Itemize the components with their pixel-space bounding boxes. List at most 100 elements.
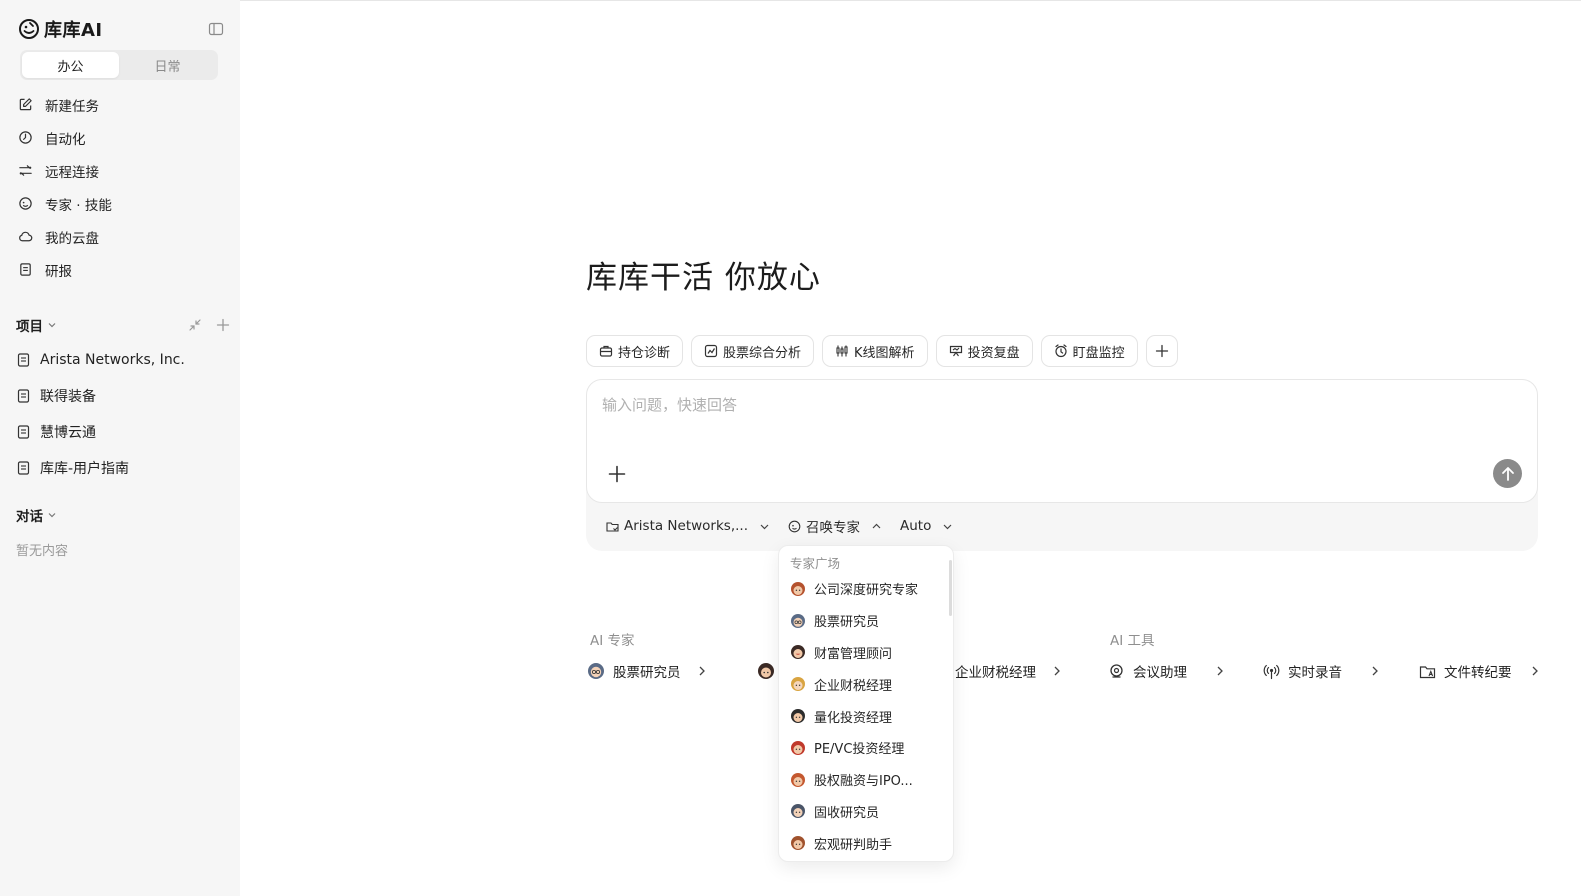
- composer-container: Arista Networks,... 召唤专家 Auto: [586, 379, 1538, 551]
- alarm-icon: [1054, 344, 1067, 358]
- avatar-icon: [791, 804, 805, 819]
- tool-card-live-recording[interactable]: 实时录音: [1263, 660, 1380, 682]
- composer: [586, 379, 1538, 503]
- edit-icon: [19, 98, 32, 111]
- dropdown-item-label: 固收研究员: [814, 805, 880, 821]
- project-selector[interactable]: Arista Networks,...: [606, 518, 770, 534]
- avatar-icon: [791, 581, 805, 596]
- page-title: 库库干活 你放心: [586, 260, 821, 296]
- remote-icon: [19, 165, 32, 176]
- conversations-empty: 暂无内容: [16, 544, 69, 559]
- project-item[interactable]: 慧博云通: [8, 414, 232, 450]
- project-label: Arista Networks, Inc.: [40, 352, 185, 368]
- dropdown-item[interactable]: 财富管理顾问: [790, 637, 945, 669]
- conversations-header[interactable]: 对话: [16, 504, 230, 526]
- question-input[interactable]: [602, 393, 1462, 417]
- project-item[interactable]: Arista Networks, Inc.: [8, 342, 232, 378]
- add-chip-button[interactable]: [1145, 335, 1178, 367]
- dropdown-item[interactable]: PE/VC投资经理: [790, 732, 945, 764]
- nav-label: 专家 · 技能: [45, 197, 112, 214]
- expert-icon: [19, 197, 32, 210]
- chip-stock-analysis[interactable]: 股票综合分析: [691, 335, 815, 367]
- chevron-right-icon: [1532, 666, 1538, 676]
- chevron-right-icon: [1217, 666, 1223, 676]
- nav-cloud[interactable]: 我的云盘: [8, 220, 232, 253]
- tab-office[interactable]: 办公: [22, 52, 119, 78]
- tool-label: 文件转纪要: [1444, 665, 1512, 681]
- sidebar-toggle-icon[interactable]: [208, 21, 224, 37]
- projects-header[interactable]: 项目: [16, 314, 230, 336]
- chip-label: 盯盘监控: [1072, 345, 1125, 361]
- dropdown-scrollbar[interactable]: [949, 560, 952, 616]
- expert-icon: [788, 520, 801, 532]
- brand-name: 库库AI: [44, 20, 103, 41]
- expert-label: 企业财税经理: [955, 665, 1036, 681]
- nav-label: 远程连接: [45, 164, 99, 181]
- chip-market-monitor[interactable]: 盯盘监控: [1040, 335, 1138, 367]
- chip-label: 持仓诊断: [618, 345, 671, 361]
- tool-card-file-to-minutes[interactable]: 文件转纪要: [1419, 660, 1540, 682]
- dropdown-item[interactable]: 股权融资与IPO...: [790, 764, 945, 796]
- chevron-down-icon: [760, 524, 769, 529]
- dropdown-item-label: 股票研究员: [814, 615, 880, 631]
- chevron-right-icon: [1054, 666, 1060, 676]
- send-button[interactable]: [1493, 459, 1522, 488]
- project-label: 联得装备: [40, 389, 96, 405]
- brand: 库库AI: [18, 16, 103, 42]
- dropdown-item[interactable]: 企业财税经理: [790, 668, 945, 700]
- chip-investment-review[interactable]: 投资复盘: [935, 335, 1033, 367]
- expert-card-stock-researcher[interactable]: 股票研究员: [587, 660, 707, 682]
- document-icon: [17, 389, 30, 403]
- expert-card-tax-manager[interactable]: 企业财税经理: [955, 660, 1062, 682]
- nav-new-task[interactable]: 新建任务: [8, 88, 232, 121]
- add-project-icon[interactable]: [216, 318, 230, 332]
- tab-daily[interactable]: 日常: [119, 52, 216, 78]
- model-selector[interactable]: Auto: [900, 518, 953, 534]
- quick-actions: 持仓诊断 股票综合分析 K线图解析 投资复盘 盯盘监控: [586, 335, 1178, 367]
- avatar-icon: [791, 740, 805, 755]
- composer-toolbar: Arista Networks,... 召唤专家 Auto: [606, 515, 971, 537]
- dropdown-item[interactable]: 公司深度研究专家: [790, 573, 945, 605]
- summon-expert-label: 召唤专家: [806, 520, 860, 536]
- dropdown-item-label: 股权融资与IPO...: [814, 774, 913, 790]
- attach-plus-icon[interactable]: [607, 464, 627, 484]
- review-icon: [949, 345, 962, 357]
- nav-reports[interactable]: 研报: [8, 253, 232, 286]
- projects-list: Arista Networks, Inc. 联得装备 慧博云通 库库-用户指南: [8, 342, 232, 486]
- projects-title: 项目: [16, 319, 43, 335]
- tool-card-meeting-assistant[interactable]: 会议助理: [1108, 660, 1225, 682]
- chip-label: 股票综合分析: [723, 345, 802, 361]
- collapse-arrows-icon[interactable]: [188, 318, 202, 332]
- conversations-title: 对话: [16, 509, 43, 525]
- chip-kline-analysis[interactable]: K线图解析: [822, 335, 928, 367]
- nav-remote[interactable]: 远程连接: [8, 154, 232, 187]
- tool-label: 会议助理: [1133, 665, 1187, 681]
- dropdown-item[interactable]: 固收研究员: [790, 796, 945, 828]
- nav-automation[interactable]: 自动化: [8, 121, 232, 154]
- project-item[interactable]: 联得装备: [8, 378, 232, 414]
- chip-portfolio-diagnosis[interactable]: 持仓诊断: [586, 335, 684, 367]
- ai-experts-title: AI 专家: [590, 633, 635, 649]
- project-item[interactable]: 库库-用户指南: [8, 450, 232, 486]
- summon-expert-button[interactable]: 召唤专家: [788, 516, 882, 536]
- avatar-icon: [791, 709, 805, 724]
- chevron-down-icon: [943, 524, 952, 529]
- dropdown-item[interactable]: 股票研究员: [790, 605, 945, 637]
- chevron-right-icon: [1372, 666, 1378, 676]
- nav-label: 自动化: [45, 131, 86, 148]
- dropdown-item-label: 量化投资经理: [814, 710, 893, 726]
- avatar-icon: [791, 645, 805, 660]
- dropdown-item[interactable]: 量化投资经理: [790, 700, 945, 732]
- avatar-icon: [588, 663, 604, 679]
- ai-tools-title: AI 工具: [1110, 633, 1155, 649]
- chip-label: K线图解析: [854, 345, 915, 361]
- dropdown-item[interactable]: 宏观研判助手: [790, 827, 945, 859]
- candlestick-icon: [836, 345, 848, 357]
- dropdown-list: 公司深度研究专家 股票研究员 财富管理顾问 企业财税经理 量化投资经理 PE/V…: [790, 573, 945, 859]
- dropdown-item-label: 企业财税经理: [814, 678, 893, 694]
- nav-experts[interactable]: 专家 · 技能: [8, 187, 232, 220]
- project-label: 库库-用户指南: [40, 461, 130, 477]
- avatar-icon: [758, 663, 774, 679]
- tool-label: 实时录音: [1288, 665, 1342, 681]
- broadcast-icon: [1263, 664, 1280, 679]
